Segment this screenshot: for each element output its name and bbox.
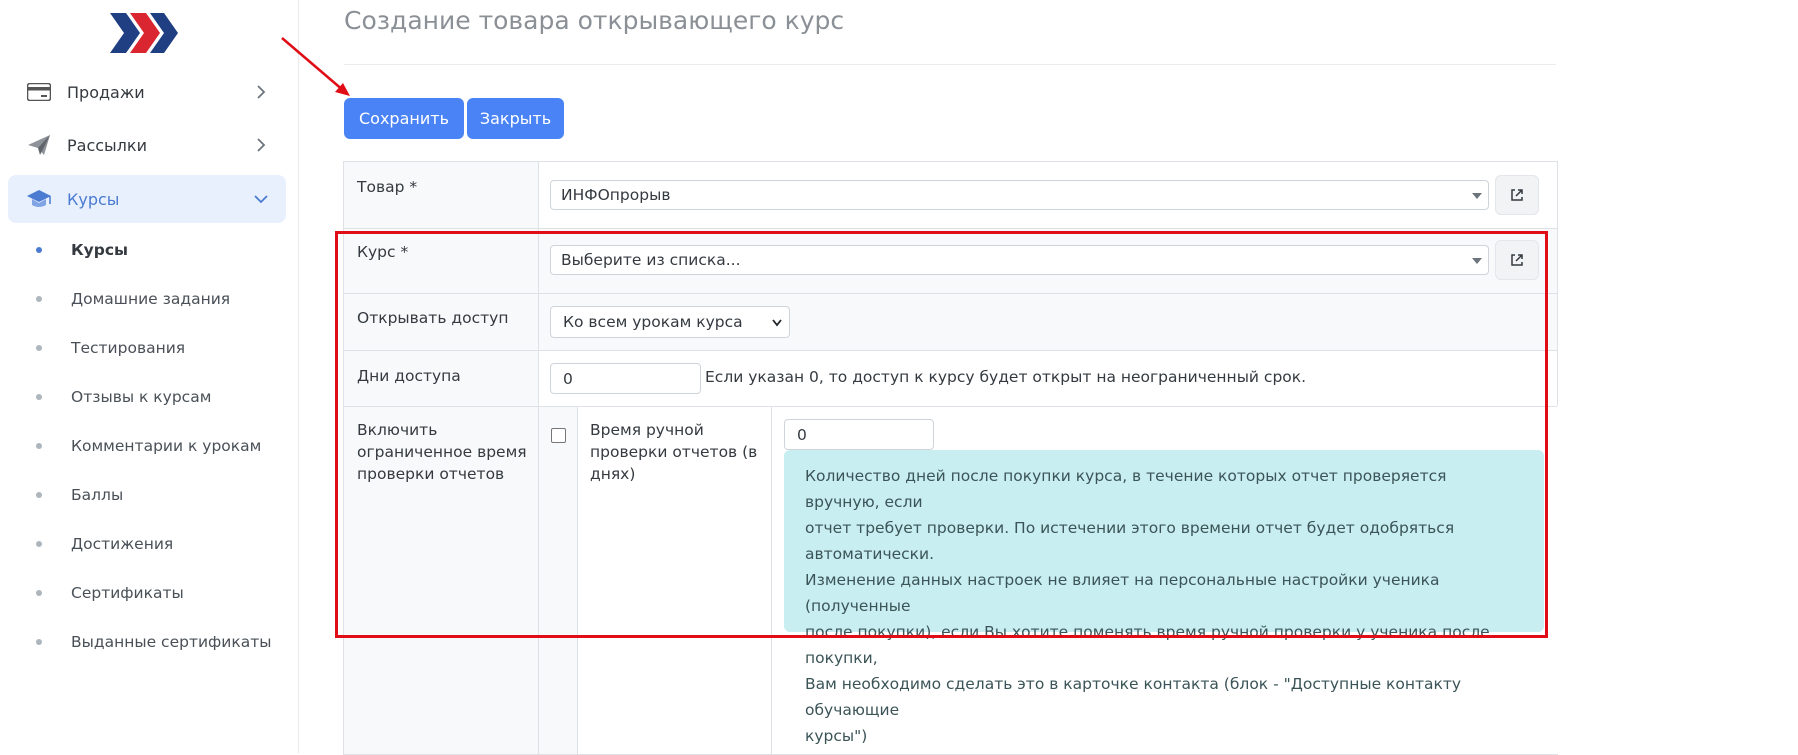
sidebar-item-mailings[interactable]: Рассылки <box>8 121 286 169</box>
sidebar-subitem-lesson-comments[interactable]: Комментарии к урокам <box>30 431 290 461</box>
sidebar-subitem-certificates[interactable]: Сертификаты <box>30 578 290 608</box>
save-button[interactable]: Сохранить <box>344 98 464 139</box>
manual-check-time-value: 0 <box>797 425 807 444</box>
caret-down-icon <box>1472 193 1482 199</box>
access-days-input[interactable]: 0 <box>550 363 701 394</box>
info-alert-line: Количество дней после покупки курса, в т… <box>805 467 1447 511</box>
sidebar-item-label: Рассылки <box>67 135 147 155</box>
bullet-dot <box>36 394 42 400</box>
sidebar-subitem-label: Сертификаты <box>71 584 184 602</box>
page-title: Создание товара открывающего курс <box>344 6 845 35</box>
info-alert-line: курсы") <box>805 727 868 745</box>
sidebar-item-label: Продажи <box>67 82 145 102</box>
manual-check-time-input[interactable]: 0 <box>784 419 934 450</box>
course-label: Курс * <box>357 243 409 261</box>
course-select[interactable]: Выберите из списка... <box>550 245 1489 275</box>
external-link-icon <box>1511 189 1523 201</box>
product-label: Товар * <box>357 178 418 196</box>
sidebar-item-courses[interactable]: Курсы <box>8 175 286 223</box>
open-access-select[interactable]: Ко всем урокам курса <box>550 306 790 338</box>
bullet-dot <box>36 296 42 302</box>
info-alert: Количество дней после покупки курса, в т… <box>784 450 1544 745</box>
sidebar-subitem-issued-certificates[interactable]: Выданные сертификаты <box>30 627 290 657</box>
sidebar-item-sales[interactable]: Продажи <box>8 68 286 116</box>
sidebar: Продажи Рассылки Курсы Курсы Домашние за… <box>0 0 299 753</box>
chevron-right-icon <box>257 85 266 99</box>
course-select-placeholder: Выберите из списка... <box>561 251 741 269</box>
limited-check-checkbox[interactable] <box>551 428 566 443</box>
info-alert-line: Вам необходимо сделать это в карточке ко… <box>805 675 1462 719</box>
sidebar-subitem-label: Домашние задания <box>71 290 231 308</box>
manual-check-time-label: Время ручной проверки отчетов (в днях) <box>590 419 757 485</box>
manual-check-time-label-line: днях) <box>590 465 636 483</box>
open-access-label: Открывать доступ <box>357 309 509 327</box>
product-select[interactable]: ИНФОпрорыв <box>550 180 1489 210</box>
sidebar-subitem-label: Баллы <box>71 486 124 504</box>
row-divider <box>344 406 1557 407</box>
external-link-icon <box>1511 254 1523 266</box>
title-divider <box>344 64 1556 65</box>
product-select-value: ИНФОпрорыв <box>561 186 671 204</box>
close-button[interactable]: Закрыть <box>467 98 564 139</box>
caret-down-icon <box>1472 258 1482 264</box>
bullet-dot <box>36 590 42 596</box>
row-divider <box>344 350 1557 351</box>
manual-check-time-label-line: проверки отчетов (в <box>590 443 758 461</box>
info-alert-line: Изменение данных настроек не влияет на п… <box>805 571 1440 615</box>
row-divider <box>344 293 1557 294</box>
bullet-dot <box>36 345 42 351</box>
sidebar-subitem-tests[interactable]: Тестирования <box>30 333 290 363</box>
chevron-down-icon <box>254 195 268 204</box>
chevron-down-icon <box>772 319 782 327</box>
limited-check-label-line: ограниченное время <box>357 443 527 461</box>
sidebar-subitem-courses[interactable]: Курсы <box>30 235 290 265</box>
limited-check-label-line: Включить <box>357 421 438 439</box>
chevron-right-icon <box>257 138 266 152</box>
sidebar-subitem-homework[interactable]: Домашние задания <box>30 284 290 314</box>
sidebar-subitem-points[interactable]: Баллы <box>30 480 290 510</box>
column-divider <box>771 406 772 754</box>
open-course-button[interactable] <box>1495 240 1539 280</box>
annotation-arrow-icon <box>281 37 350 96</box>
info-alert-line: после покупки), если Вы хотите поменять … <box>805 623 1490 667</box>
sidebar-subitem-label: Отзывы к курсам <box>71 388 212 406</box>
info-alert-line: отчет требует проверки. По истечении это… <box>805 519 1455 563</box>
sidebar-subitem-label: Достижения <box>71 535 174 553</box>
open-access-select-value: Ко всем урокам курса <box>563 313 743 331</box>
row-divider <box>344 228 1557 229</box>
sidebar-subitem-label: Курсы <box>71 241 129 259</box>
limited-check-label-line: проверки отчетов <box>357 465 505 483</box>
bullet-dot <box>36 541 42 547</box>
sidebar-subitem-achievements[interactable]: Достижения <box>30 529 290 559</box>
sidebar-subitem-label: Комментарии к урокам <box>71 437 262 455</box>
sidebar-subitem-label: Тестирования <box>71 339 186 357</box>
access-days-label: Дни доступа <box>357 367 461 385</box>
column-divider <box>577 406 578 754</box>
bullet-dot <box>36 492 42 498</box>
manual-check-time-label-line: Время ручной <box>590 421 704 439</box>
paper-plane-icon <box>26 134 52 156</box>
brand-logo[interactable] <box>110 13 178 53</box>
bullet-dot <box>36 639 42 645</box>
open-product-button[interactable] <box>1495 175 1539 215</box>
sidebar-item-label: Курсы <box>67 189 120 209</box>
column-divider <box>538 162 539 754</box>
sidebar-subitem-label: Выданные сертификаты <box>71 633 272 651</box>
access-days-value: 0 <box>563 369 573 388</box>
limited-check-label: Включить ограниченное время проверки отч… <box>357 419 527 485</box>
bullet-dot <box>36 247 42 253</box>
credit-card-icon <box>26 81 52 103</box>
bullet-dot <box>36 443 42 449</box>
graduation-cap-icon <box>26 188 52 210</box>
sidebar-subitem-reviews[interactable]: Отзывы к курсам <box>30 382 290 412</box>
access-days-help: Если указан 0, то доступ к курсу будет о… <box>705 368 1307 386</box>
